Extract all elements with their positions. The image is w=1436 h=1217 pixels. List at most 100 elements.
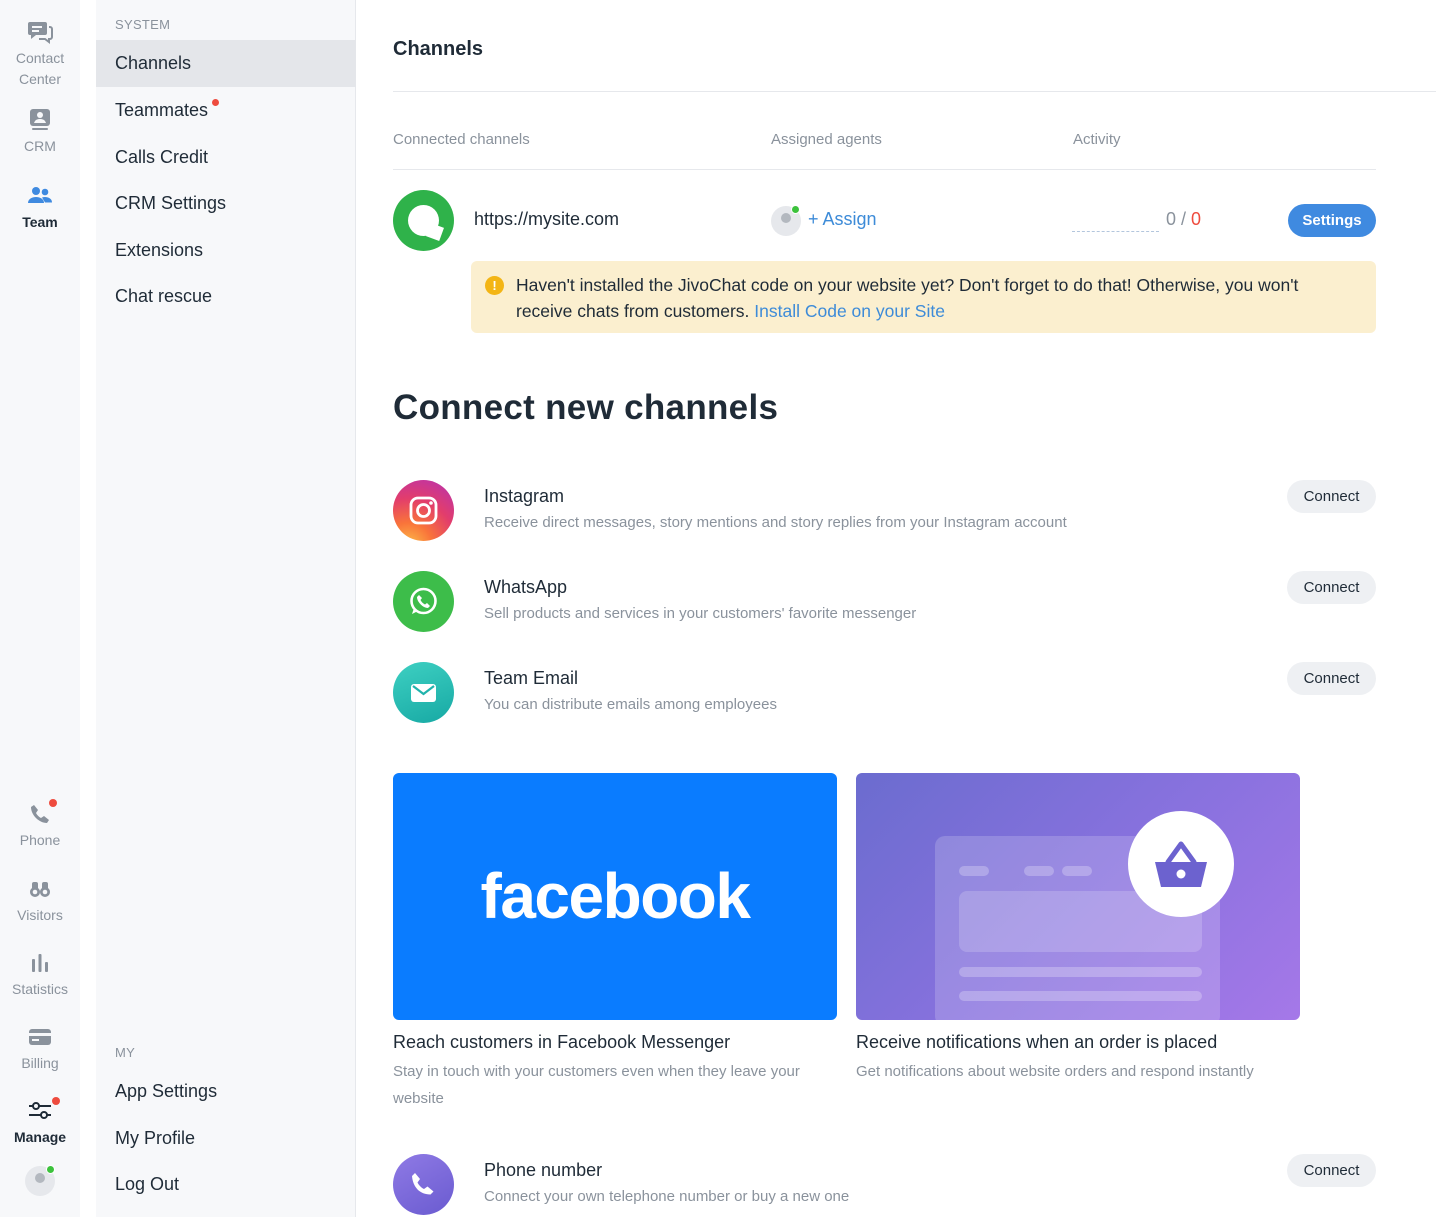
order-notifications-card[interactable] [856, 773, 1300, 1020]
sidebar-item-label: Chat rescue [115, 286, 213, 306]
illustration-bar [959, 866, 989, 876]
divider [393, 169, 1376, 170]
sidebar-item-label: CRM Settings [115, 193, 227, 213]
connect-whatsapp-button[interactable]: Connect [1287, 571, 1376, 604]
column-header-activity: Activity [1073, 131, 1121, 148]
sidebar-item-chat-rescue[interactable]: Chat rescue [96, 273, 356, 320]
sidebar-item-channels[interactable]: Channels [96, 40, 356, 87]
online-status-dot [46, 1165, 55, 1174]
activity-count-b: 0 [1191, 209, 1202, 229]
channel-name: Team Email [484, 668, 579, 688]
illustration-bar [1024, 866, 1054, 876]
facebook-logo: facebook [480, 860, 751, 932]
rail-contact-center[interactable]: Contact Center [0, 18, 80, 90]
sidebar-item-extensions[interactable]: Extensions [96, 227, 356, 274]
sidebar-item-label: Teammates [115, 100, 209, 120]
channel-name: Instagram [484, 486, 565, 506]
activity-sparkline [1072, 218, 1159, 232]
team-icon [26, 182, 54, 210]
illustration-bar [1062, 866, 1092, 876]
order-card-description: Get notifications about website orders a… [856, 1063, 1254, 1080]
facebook-card-description: Stay in touch with your customers even w… [393, 1063, 800, 1107]
order-card-title: Receive notifications when an order is p… [856, 1032, 1218, 1052]
chat-bubbles-icon [26, 18, 54, 46]
rail-statistics[interactable]: Statistics [0, 949, 80, 1000]
sidebar-item-label: Channels [115, 53, 192, 73]
channel-row-whatsapp: WhatsApp Sell products and services in y… [393, 571, 1376, 633]
bar-chart-icon [26, 949, 54, 977]
facebook-messenger-card[interactable]: facebook [393, 773, 837, 1020]
activity-counter: 0 / 0 [1166, 209, 1201, 230]
rail-team[interactable]: Team [0, 182, 80, 233]
channels-page: Channels Connected channels Assigned age… [393, 0, 1436, 1217]
sidebar-item-calls-credit[interactable]: Calls Credit [96, 134, 356, 181]
user-avatar[interactable] [25, 1165, 55, 1196]
activity-count-a: 0 [1166, 209, 1177, 229]
install-code-warning: ! Haven't installed the JivoChat code on… [471, 261, 1376, 333]
channel-row-team-email: Team Email You can distribute emails amo… [393, 662, 1376, 724]
activity-separator: / [1176, 209, 1192, 229]
channel-row-instagram: Instagram Receive direct messages, story… [393, 480, 1376, 542]
rail-visitors-label: Visitors [17, 907, 63, 923]
connect-team-email-button[interactable]: Connect [1287, 662, 1376, 695]
phone-badge [49, 799, 57, 807]
rail-visitors[interactable]: Visitors [0, 875, 80, 926]
rail-crm-label: CRM [24, 138, 56, 154]
sidebar-item-label: Log Out [115, 1174, 180, 1194]
my-section-title: MY [115, 1045, 136, 1060]
illustration-line [959, 967, 1202, 977]
sliders-icon [26, 1097, 60, 1125]
sidebar-item-label: Extensions [115, 240, 204, 260]
connect-phone-button[interactable]: Connect [1287, 1154, 1376, 1187]
rail-team-label: Team [22, 214, 58, 230]
channel-description: Sell products and services in your custo… [484, 605, 917, 622]
rail-manage-label: Manage [13, 1129, 67, 1145]
assign-agent-link[interactable]: + Assign [808, 209, 877, 230]
sidebar-item-label: Calls Credit [115, 147, 209, 167]
connect-new-channels-heading: Connect new channels [393, 388, 779, 427]
install-code-link[interactable]: Install Code on your Site [754, 301, 945, 321]
agent-online-dot [791, 205, 800, 214]
rail-billing-label: Billing [21, 1055, 59, 1071]
avatar-silhouette [35, 1173, 45, 1183]
divider [393, 91, 1436, 92]
sidebar-item-crm-settings[interactable]: CRM Settings [96, 180, 356, 227]
column-header-agents: Assigned agents [771, 131, 882, 148]
app-rail: Contact Center CRM Team Phone Visitors S… [0, 0, 80, 1217]
phone-icon [26, 799, 57, 828]
channel-description: Connect your own telephone number or buy… [484, 1188, 850, 1205]
channel-row-phone-number: Phone number Connect your own telephone … [393, 1154, 1376, 1216]
rail-phone-label: Phone [19, 832, 61, 848]
whatsapp-icon [393, 571, 454, 632]
settings-sidebar: SYSTEM Channels Teammates Calls Credit C… [96, 0, 356, 1217]
rail-manage[interactable]: Manage [0, 1097, 80, 1148]
credit-card-icon [26, 1023, 54, 1051]
facebook-card-title: Reach customers in Facebook Messenger [393, 1032, 731, 1052]
connected-channel-url[interactable]: https://mysite.com [474, 209, 619, 230]
rail-phone[interactable]: Phone [0, 799, 80, 851]
rail-statistics-label: Statistics [11, 981, 68, 997]
phone-icon [393, 1154, 454, 1215]
sidebar-item-teammates[interactable]: Teammates [96, 87, 356, 134]
sidebar-item-log-out[interactable]: Log Out [96, 1161, 356, 1208]
rail-crm[interactable]: CRM [0, 106, 80, 157]
sidebar-item-app-settings[interactable]: App Settings [96, 1068, 356, 1115]
basket-icon [1128, 811, 1234, 917]
illustration-line [959, 991, 1202, 1001]
channel-settings-button[interactable]: Settings [1288, 204, 1376, 237]
sidebar-item-label: App Settings [115, 1081, 218, 1101]
channel-name: Phone number [484, 1160, 603, 1180]
envelope-icon [393, 662, 454, 723]
jivochat-logo-icon [393, 190, 454, 251]
binoculars-icon [26, 875, 54, 903]
teammates-badge [212, 99, 220, 106]
column-header-connected: Connected channels [393, 131, 530, 148]
connect-instagram-button[interactable]: Connect [1287, 480, 1376, 513]
sidebar-item-my-profile[interactable]: My Profile [96, 1115, 356, 1162]
rail-contact-center-label-1: Contact [15, 50, 65, 66]
page-title: Channels [393, 38, 484, 60]
exclamation-icon: ! [485, 276, 504, 295]
sidebar-item-label: My Profile [115, 1128, 196, 1148]
channel-description: You can distribute emails among employee… [484, 696, 777, 713]
rail-billing[interactable]: Billing [0, 1023, 80, 1074]
